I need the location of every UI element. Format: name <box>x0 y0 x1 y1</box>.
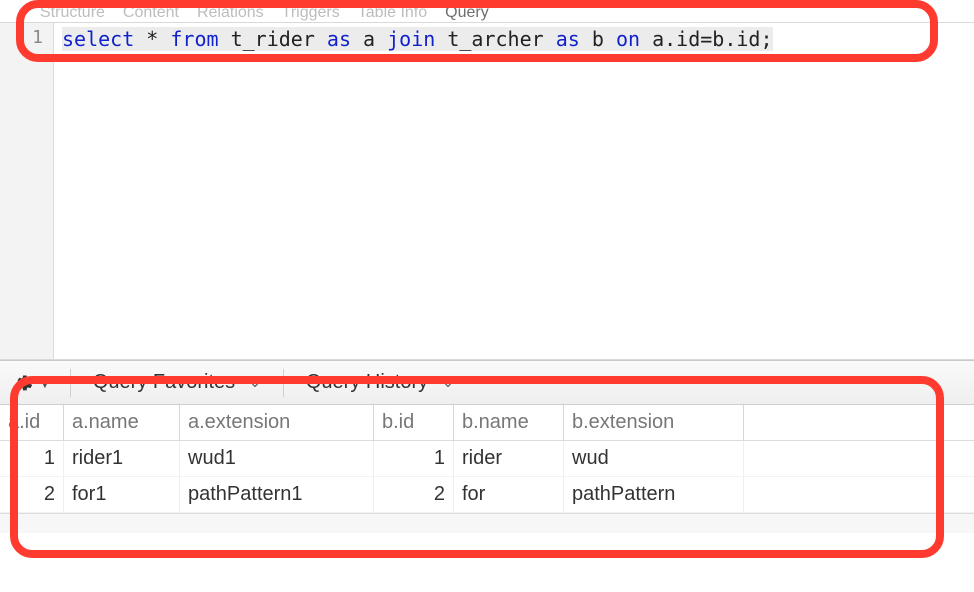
cell-aname[interactable]: for1 <box>64 477 180 512</box>
sql-text: b <box>580 27 616 51</box>
toolbar-separator <box>70 369 71 397</box>
cell-aname[interactable]: rider1 <box>64 441 180 476</box>
sql-keyword: as <box>327 27 351 51</box>
cell-bid[interactable]: 2 <box>374 477 454 512</box>
cell-bext[interactable]: pathPattern <box>564 477 744 512</box>
chevron-down-icon: ⌄ <box>442 374 454 391</box>
cell-aext[interactable]: wud1 <box>180 441 374 476</box>
grid-footer <box>0 513 974 533</box>
table-row[interactable]: 2 for1 pathPattern1 2 for pathPattern <box>0 477 974 513</box>
query-favorites-dropdown[interactable]: Query Favorites ⌄ <box>83 371 271 394</box>
column-header-bname[interactable]: b.name <box>454 405 564 440</box>
tab-structure[interactable]: Structure <box>40 4 105 22</box>
cell-bid[interactable]: 1 <box>374 441 454 476</box>
grid-body: 1 rider1 wud1 1 rider wud 2 for1 pathPat… <box>0 441 974 513</box>
tab-content[interactable]: Content <box>123 4 179 22</box>
cell-bname[interactable]: rider <box>454 441 564 476</box>
sql-keyword: from <box>170 27 218 51</box>
gear-icon <box>16 374 34 392</box>
sql-keyword: join <box>387 27 435 51</box>
grid-header: a.id a.name a.extension b.id b.name b.ex… <box>0 405 974 441</box>
results-panel: ▼ Query Favorites ⌄ Query History ⌄ a.id… <box>0 360 974 533</box>
column-header-aname[interactable]: a.name <box>64 405 180 440</box>
sql-keyword: as <box>556 27 580 51</box>
sql-editor-area: 1 select * from t_rider as a join t_arch… <box>0 22 974 360</box>
line-number: 1 <box>0 27 43 48</box>
gear-menu-button[interactable]: ▼ <box>10 372 58 394</box>
chevron-down-icon: ⌄ <box>249 374 261 391</box>
cell-aid[interactable]: 2 <box>0 477 64 512</box>
query-history-dropdown[interactable]: Query History ⌄ <box>296 371 464 394</box>
tab-triggers[interactable]: Triggers <box>282 4 340 22</box>
results-toolbar: ▼ Query Favorites ⌄ Query History ⌄ <box>0 361 974 405</box>
sql-text: * <box>134 27 170 51</box>
sql-keyword: select <box>62 27 134 51</box>
sql-text: a <box>351 27 387 51</box>
cell-aid[interactable]: 1 <box>0 441 64 476</box>
column-header-bext[interactable]: b.extension <box>564 405 744 440</box>
cell-bname[interactable]: for <box>454 477 564 512</box>
sql-text: t_rider <box>219 27 327 51</box>
tab-relations[interactable]: Relations <box>197 4 264 22</box>
sql-editor[interactable]: select * from t_rider as a join t_archer… <box>54 23 974 359</box>
sql-keyword: on <box>616 27 640 51</box>
editor-gutter: 1 <box>0 23 54 359</box>
table-row[interactable]: 1 rider1 wud1 1 rider wud <box>0 441 974 477</box>
chevron-down-icon: ▼ <box>38 375 52 391</box>
column-header-aext[interactable]: a.extension <box>180 405 374 440</box>
top-tabs: Structure Content Relations Triggers Tab… <box>0 0 974 22</box>
toolbar-separator <box>283 369 284 397</box>
results-grid: a.id a.name a.extension b.id b.name b.ex… <box>0 405 974 533</box>
column-header-bid[interactable]: b.id <box>374 405 454 440</box>
query-favorites-label: Query Favorites <box>93 371 235 394</box>
query-history-label: Query History <box>306 371 428 394</box>
column-header-aid[interactable]: a.id <box>0 405 64 440</box>
cell-aext[interactable]: pathPattern1 <box>180 477 374 512</box>
tab-query[interactable]: Query <box>445 4 489 22</box>
cell-bext[interactable]: wud <box>564 441 744 476</box>
sql-text: t_archer <box>435 27 555 51</box>
tab-tableinfo[interactable]: Table Info <box>358 4 427 22</box>
sql-text: a.id=b.id; <box>640 27 772 51</box>
